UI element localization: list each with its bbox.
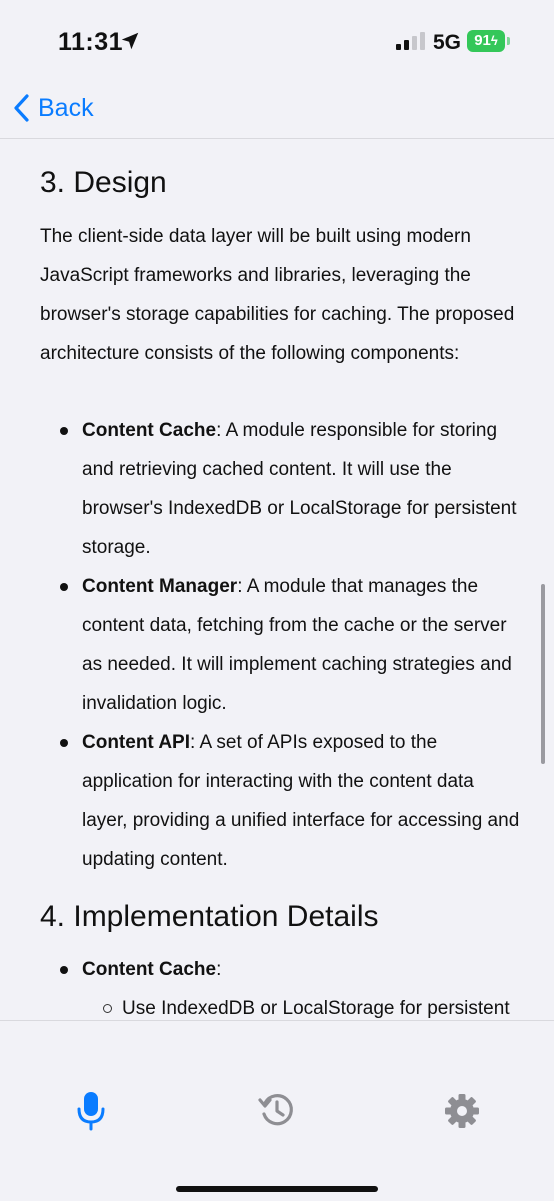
microphone-icon[interactable]	[71, 1089, 111, 1133]
home-indicator[interactable]	[176, 1186, 378, 1192]
list-item: Content Cache:	[40, 950, 520, 989]
sub-bullet-circle	[103, 1004, 112, 1013]
section-heading-implementation: 4. Implementation Details	[40, 900, 379, 933]
gear-icon[interactable]	[442, 1089, 482, 1133]
status-time: 11:31	[58, 28, 124, 56]
list-item: Content API: A set of APIs exposed to th…	[40, 723, 520, 879]
scrollbar[interactable]	[541, 584, 545, 764]
status-bar: 11:31 5G 91ϟ	[0, 0, 554, 80]
sub-list-item: Use IndexedDB or LocalStorage for persis…	[40, 989, 520, 1020]
section-heading-design: 3. Design	[40, 166, 167, 199]
list-item-desc: :	[216, 959, 222, 980]
list-item-term: Content API	[82, 732, 191, 753]
battery-percent: 91	[474, 32, 491, 49]
chevron-left-icon	[14, 94, 29, 122]
back-button[interactable]: Back	[12, 88, 94, 128]
bullet-dot	[60, 583, 68, 591]
list-item-term: Content Manager	[82, 576, 238, 597]
bullet-dot	[60, 739, 68, 747]
design-intro-paragraph: The client-side data layer will be built…	[40, 226, 515, 364]
list-item: Content Cache: A module responsible for …	[40, 411, 520, 567]
network-type: 5G	[433, 31, 462, 54]
battery-level: 91ϟ	[467, 30, 505, 52]
bullet-dot	[60, 427, 68, 435]
nav-bar: Back	[0, 80, 554, 139]
location-arrow-icon	[121, 32, 139, 50]
implementation-list: Content Cache: Use IndexedDB or LocalSto…	[40, 950, 520, 1020]
sub-list-item-text: Use IndexedDB or LocalStorage for persis…	[122, 998, 510, 1019]
document-view[interactable]: 3. Design The client-side data layer wil…	[0, 139, 554, 1020]
history-icon[interactable]	[256, 1089, 296, 1133]
list-item-term: Content Cache	[82, 959, 217, 980]
cellular-signal-icon	[396, 32, 425, 50]
bottom-toolbar	[0, 1020, 554, 1201]
charging-bolt-icon: ϟ	[490, 33, 498, 48]
battery-cap	[507, 37, 510, 45]
list-item-term: Content Cache	[82, 420, 217, 441]
battery-icon: 91ϟ	[467, 30, 511, 54]
back-label: Back	[38, 93, 94, 122]
list-item: Content Manager: A module that manages t…	[40, 567, 520, 723]
bullet-dot	[60, 966, 68, 974]
components-list: Content Cache: A module responsible for …	[40, 411, 520, 879]
